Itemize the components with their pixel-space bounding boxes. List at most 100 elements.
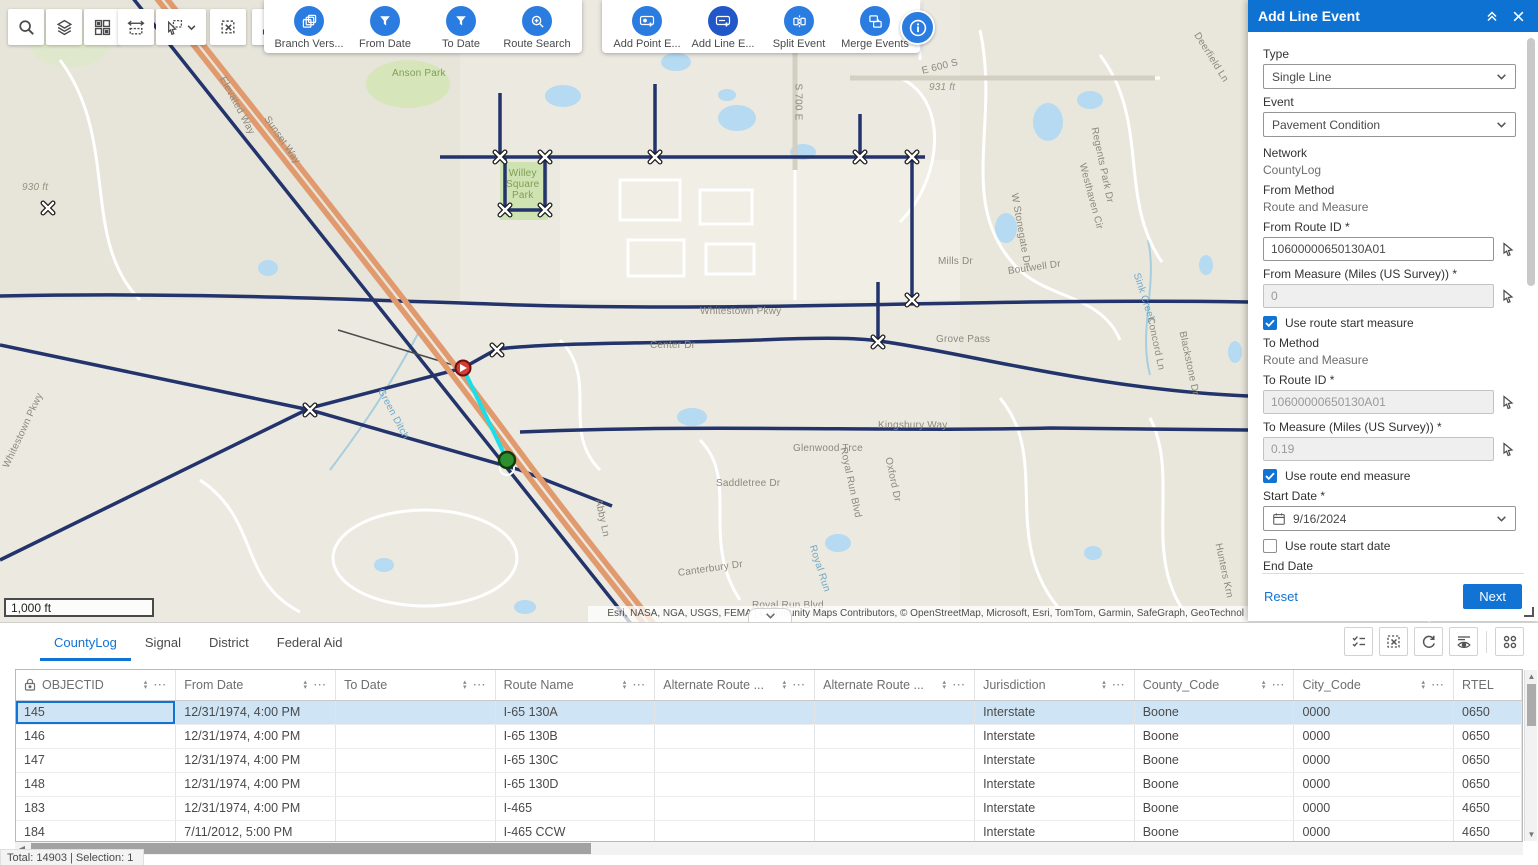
cell[interactable]: Interstate — [975, 700, 1135, 724]
sort-icon[interactable]: ▴▾ — [1262, 680, 1266, 690]
tool-branch-vers[interactable]: Branch Vers... — [272, 6, 346, 50]
cell[interactable]: Boone — [1134, 748, 1294, 772]
tab-countylog[interactable]: CountyLog — [40, 626, 131, 661]
cell[interactable]: 12/31/1974, 4:00 PM — [176, 724, 336, 748]
cell[interactable]: 0000 — [1294, 796, 1454, 820]
cell[interactable]: 0650 — [1454, 700, 1522, 724]
cell[interactable] — [815, 796, 975, 820]
column-header-city-code[interactable]: City_Code▴▾⋯ — [1294, 670, 1454, 700]
clear-table-selection-button[interactable] — [1379, 627, 1408, 656]
column-header-objectid[interactable]: OBJECTID▴▾⋯ — [16, 670, 176, 700]
next-button[interactable]: Next — [1463, 584, 1522, 609]
sort-icon[interactable]: ▴▾ — [304, 680, 308, 690]
sort-icon[interactable]: ▴▾ — [1102, 680, 1106, 690]
cell[interactable]: 147 — [16, 748, 176, 772]
cell[interactable]: I-65 130B — [495, 724, 655, 748]
column-menu-icon[interactable]: ⋯ — [952, 677, 966, 693]
event-select[interactable]: Pavement Condition — [1263, 112, 1516, 137]
cell[interactable]: 4650 — [1454, 820, 1522, 842]
table-horizontal-scrollbar[interactable]: ◀ — [15, 842, 1523, 855]
clear-map-selection-button[interactable] — [210, 9, 246, 45]
tool-to-date[interactable]: To Date — [424, 6, 498, 50]
cell[interactable]: 148 — [16, 772, 176, 796]
use-route-end-measure-checkbox[interactable]: Use route end measure — [1263, 469, 1516, 483]
to-measure-input[interactable] — [1263, 437, 1494, 461]
pick-on-map-icon[interactable] — [1500, 288, 1516, 304]
cell[interactable] — [655, 700, 815, 724]
search-tool-button[interactable] — [8, 9, 44, 45]
cell[interactable]: 12/31/1974, 4:00 PM — [176, 772, 336, 796]
cell[interactable]: 145 — [16, 700, 176, 724]
cell[interactable]: 146 — [16, 724, 176, 748]
cell[interactable]: Interstate — [975, 748, 1135, 772]
cell[interactable]: I-465 CCW — [495, 820, 655, 842]
column-menu-icon[interactable]: ⋯ — [153, 677, 167, 693]
tool-from-date[interactable]: From Date — [348, 6, 422, 50]
cell[interactable]: 12/31/1974, 4:00 PM — [176, 700, 336, 724]
cell[interactable]: Boone — [1134, 820, 1294, 842]
sort-icon[interactable]: ▴▾ — [623, 680, 627, 690]
cell[interactable]: I-465 — [495, 796, 655, 820]
sort-icon[interactable]: ▴▾ — [1422, 680, 1426, 690]
cell[interactable] — [336, 772, 496, 796]
cell[interactable] — [336, 796, 496, 820]
basemap-grid-tool-button[interactable] — [84, 9, 120, 45]
sort-icon[interactable]: ▴▾ — [943, 680, 947, 690]
column-menu-icon[interactable]: ⋯ — [473, 677, 487, 693]
column-menu-icon[interactable]: ⋯ — [313, 677, 327, 693]
use-route-start-measure-checkbox[interactable]: Use route start measure — [1263, 316, 1516, 330]
cell[interactable] — [815, 724, 975, 748]
cell[interactable]: 12/31/1974, 4:00 PM — [176, 796, 336, 820]
collapse-table-toggle[interactable] — [748, 608, 792, 622]
type-select[interactable]: Single Line — [1263, 64, 1516, 89]
column-header-rtel[interactable]: RTEL — [1454, 670, 1522, 700]
from-route-id-input[interactable] — [1263, 237, 1494, 261]
scroll-up-arrow[interactable]: ▲ — [1525, 670, 1538, 683]
tab-district[interactable]: District — [195, 626, 263, 661]
cell[interactable]: 183 — [16, 796, 176, 820]
cell[interactable]: 4650 — [1454, 796, 1522, 820]
cell[interactable] — [815, 772, 975, 796]
cell[interactable]: 0650 — [1454, 724, 1522, 748]
select-tool-button[interactable] — [156, 9, 206, 45]
cell[interactable] — [336, 724, 496, 748]
cell[interactable]: Boone — [1134, 796, 1294, 820]
table-row-184[interactable]: 1847/11/2012, 5:00 PMI-465 CCWInterstate… — [16, 820, 1522, 842]
cell[interactable]: I-65 130C — [495, 748, 655, 772]
pick-on-map-icon[interactable] — [1500, 241, 1516, 257]
collapse-panel-button[interactable] — [1482, 6, 1502, 26]
table-row-183[interactable]: 18312/31/1974, 4:00 PMI-465InterstateBoo… — [16, 796, 1522, 820]
column-menu-icon[interactable]: ⋯ — [1112, 677, 1126, 693]
info-button[interactable] — [900, 10, 935, 45]
table-row-147[interactable]: 14712/31/1974, 4:00 PMI-65 130CInterstat… — [16, 748, 1522, 772]
tab-federal-aid[interactable]: Federal Aid — [263, 626, 357, 661]
tool-route-search[interactable]: Route Search — [500, 6, 574, 50]
column-header-alternate-route[interactable]: Alternate Route ...▴▾⋯ — [655, 670, 815, 700]
cell[interactable]: 0000 — [1294, 724, 1454, 748]
cell[interactable]: 7/11/2012, 5:00 PM — [176, 820, 336, 842]
scroll-down-arrow[interactable]: ▼ — [1525, 828, 1538, 841]
column-menu-icon[interactable]: ⋯ — [1431, 677, 1445, 693]
table-row-145[interactable]: 14512/31/1974, 4:00 PMI-65 130AInterstat… — [16, 700, 1522, 724]
cell[interactable]: 0650 — [1454, 772, 1522, 796]
table-vertical-scrollbar[interactable]: ▲ ▼ — [1524, 670, 1537, 841]
sort-icon[interactable]: ▴▾ — [783, 680, 787, 690]
cell[interactable] — [336, 820, 496, 842]
toggle-columns-button[interactable] — [1449, 627, 1478, 656]
start-date-picker[interactable]: 9/16/2024 — [1263, 506, 1516, 531]
table-options-button[interactable] — [1495, 627, 1524, 656]
column-header-to-date[interactable]: To Date▴▾⋯ — [336, 670, 496, 700]
panel-scrollbar[interactable] — [1527, 38, 1535, 286]
cell[interactable]: Interstate — [975, 772, 1135, 796]
layers-tool-button[interactable] — [46, 9, 82, 45]
cell[interactable]: 0000 — [1294, 700, 1454, 724]
cell[interactable]: 0650 — [1454, 748, 1522, 772]
cell[interactable]: I-65 130D — [495, 772, 655, 796]
table-row-146[interactable]: 14612/31/1974, 4:00 PMI-65 130BInterstat… — [16, 724, 1522, 748]
cell[interactable]: 0000 — [1294, 748, 1454, 772]
cell[interactable] — [655, 772, 815, 796]
cell[interactable]: 0000 — [1294, 820, 1454, 842]
cell[interactable] — [655, 748, 815, 772]
cell[interactable]: Boone — [1134, 724, 1294, 748]
column-header-county-code[interactable]: County_Code▴▾⋯ — [1134, 670, 1294, 700]
